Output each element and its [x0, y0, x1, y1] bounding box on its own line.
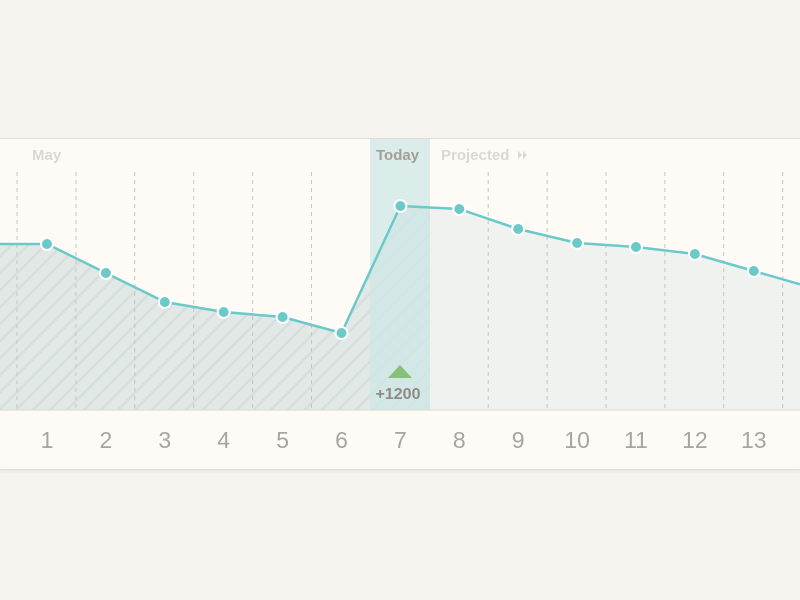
x-tick-label-3: 3: [158, 427, 171, 453]
chart-widget: May Today Projected +1200 1 2 3 4 5 6 7 8 9 10 11 1…: [0, 0, 800, 600]
data-point-13[interactable]: [746, 264, 761, 278]
x-tick-label-7: 7: [394, 427, 407, 453]
x-tick-label-9: 9: [512, 427, 525, 453]
data-point-12[interactable]: [687, 247, 702, 261]
projected-label[interactable]: Projected: [441, 147, 509, 164]
x-tick-label-11: 11: [624, 427, 648, 453]
data-point-7[interactable]: [393, 199, 408, 213]
data-point-3[interactable]: [157, 295, 172, 309]
data-point-10[interactable]: [570, 236, 585, 250]
x-tick-label-6: 6: [335, 427, 348, 453]
x-tick-label-4: 4: [217, 427, 230, 453]
data-point-5[interactable]: [275, 310, 290, 324]
x-tick-label-5: 5: [276, 427, 289, 453]
x-tick-label-8: 8: [453, 427, 466, 453]
data-point-6[interactable]: [334, 326, 349, 340]
x-tick-label-1: 1: [41, 427, 54, 453]
today-label: Today: [376, 147, 420, 164]
x-tick-label-12: 12: [682, 427, 708, 453]
projected-area: [430, 207, 800, 410]
x-tick-label-2: 2: [100, 427, 113, 453]
data-point-8[interactable]: [452, 202, 467, 216]
data-point-4[interactable]: [216, 305, 231, 319]
x-tick-label-13: 13: [741, 427, 767, 453]
data-point-9[interactable]: [511, 222, 526, 236]
x-tick-label-10: 10: [564, 427, 590, 453]
data-point-1[interactable]: [40, 237, 54, 251]
today-delta: +1200: [376, 386, 421, 403]
period-label: May: [32, 147, 62, 164]
data-point-2[interactable]: [98, 266, 113, 280]
fast-forward-icon[interactable]: [518, 151, 527, 159]
data-point-11[interactable]: [629, 240, 643, 254]
line-chart: May Today Projected +1200 1 2 3 4 5 6 7 8 9 10 11 1…: [0, 139, 800, 453]
past-area: [0, 206, 430, 410]
